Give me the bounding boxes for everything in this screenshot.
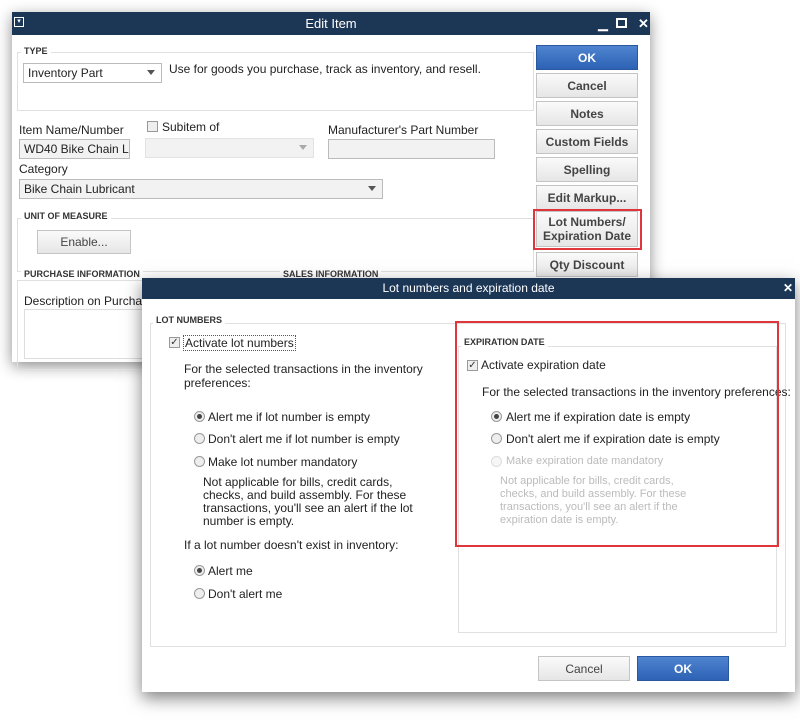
dialog-title-bar: Lot numbers and expiration date ✕: [142, 278, 795, 299]
missing-lot-label: If a lot number doesn't exist in invento…: [184, 538, 399, 552]
lot-option-label: Make lot number mandatory: [208, 455, 358, 469]
type-dropdown[interactable]: Inventory Part: [23, 63, 162, 83]
window-title: Edit Item: [305, 16, 357, 31]
close-icon[interactable]: ✕: [783, 278, 793, 299]
title-bar: ▾ Edit Item ▁ ✕: [12, 12, 650, 35]
highlight-box: [455, 321, 779, 547]
cancel-button[interactable]: Cancel: [536, 73, 638, 98]
lot-option-radio-2[interactable]: [194, 456, 205, 467]
missing-option-radio-1[interactable]: [194, 588, 205, 599]
dialog-title: Lot numbers and expiration date: [382, 281, 555, 295]
close-icon[interactable]: ✕: [638, 12, 649, 35]
chevron-down-icon: [368, 186, 376, 191]
purchase-section-label: PURCHASE INFORMATION: [21, 269, 143, 279]
highlight-box: [533, 209, 642, 250]
item-name-label: Item Name/Number: [19, 123, 124, 137]
lot-prefs-text-1: For the selected transactions in the inv…: [184, 362, 423, 376]
missing-option-label: Don't alert me: [208, 587, 283, 601]
item-name-value: WD40 Bike Chain L...: [24, 142, 130, 156]
lot-note: Not applicable for bills, credit cards,: [203, 475, 393, 489]
activate-lot-checkbox[interactable]: ✓: [169, 337, 180, 348]
lot-prefs-text-2: preferences:: [184, 376, 251, 390]
spelling-button[interactable]: Spelling: [536, 157, 638, 182]
subitem-dropdown[interactable]: [145, 138, 314, 158]
custom-fields-button[interactable]: Custom Fields: [536, 129, 638, 154]
subitem-checkbox[interactable]: [147, 121, 158, 132]
lot-note: transactions, you'll see an alert if the…: [203, 501, 413, 515]
category-dropdown[interactable]: Bike Chain Lubricant: [19, 179, 383, 199]
unit-section-label: UNIT OF MEASURE: [21, 211, 111, 221]
qty-discount-button[interactable]: Qty Discount: [536, 252, 638, 277]
enable-button[interactable]: Enable...: [37, 230, 131, 254]
dialog-ok-button[interactable]: OK: [637, 656, 729, 681]
lot-note: number is empty.: [203, 514, 295, 528]
item-name-input[interactable]: WD40 Bike Chain L...: [19, 139, 130, 159]
type-value: Inventory Part: [28, 66, 103, 80]
lot-option-label: Don't alert me if lot number is empty: [208, 432, 400, 446]
type-description: Use for goods you purchase, track as inv…: [169, 62, 481, 76]
chevron-down-icon: [299, 145, 307, 150]
ok-button[interactable]: OK: [536, 45, 638, 70]
minimize-icon[interactable]: ▁: [598, 12, 608, 35]
lot-expiration-dialog: Lot numbers and expiration date ✕ LOT NU…: [142, 278, 795, 692]
lot-numbers-section-label: LOT NUMBERS: [153, 315, 225, 325]
type-section-label: TYPE: [21, 46, 51, 56]
dialog-cancel-button[interactable]: Cancel: [538, 656, 630, 681]
lot-option-radio-1[interactable]: [194, 433, 205, 444]
manufacturer-label: Manufacturer's Part Number: [328, 123, 479, 137]
missing-option-radio-0[interactable]: [194, 565, 205, 576]
subitem-label: Subitem of: [162, 120, 220, 134]
chevron-down-icon: [147, 70, 155, 75]
edit-markup-button[interactable]: Edit Markup...: [536, 185, 638, 210]
maximize-icon[interactable]: [616, 18, 627, 28]
category-label: Category: [19, 162, 68, 176]
manufacturer-input[interactable]: [328, 139, 495, 159]
purchase-desc-label: Description on Purchase: [24, 294, 155, 308]
system-menu-icon[interactable]: ▾: [14, 17, 24, 27]
notes-button[interactable]: Notes: [536, 101, 638, 126]
category-value: Bike Chain Lubricant: [24, 182, 135, 196]
activate-lot-label: Activate lot numbers: [183, 335, 296, 351]
lot-note: checks, and build assembly. For these: [203, 488, 407, 502]
missing-option-label: Alert me: [208, 564, 253, 578]
lot-option-radio-0[interactable]: [194, 411, 205, 422]
lot-option-label: Alert me if lot number is empty: [208, 410, 371, 424]
